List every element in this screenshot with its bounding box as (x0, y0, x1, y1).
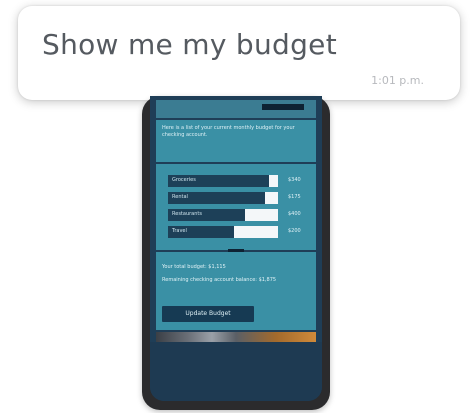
screen-bottom (150, 342, 322, 401)
chat-message: Show me my budget (42, 28, 337, 61)
budget-row-label: Travel (172, 228, 187, 234)
phone-screen: Here is a list of your current monthly b… (150, 96, 322, 401)
budget-row-amount: $200 (288, 228, 301, 234)
budget-row-rental: Rental $175 (162, 189, 310, 204)
budget-row-amount: $400 (288, 211, 301, 217)
budget-row-travel: Travel $200 (162, 223, 310, 238)
photo-strip-image (156, 332, 316, 342)
budget-panel: Groceries $340 Rental $175 Restaurants $… (156, 164, 316, 250)
status-strip (156, 100, 316, 118)
total-budget-text: Your total budget: $1,115 (162, 264, 226, 270)
phone-notch (262, 104, 304, 110)
budget-row-label: Rental (172, 194, 188, 200)
budget-row-label: Groceries (172, 177, 196, 183)
budget-intro-text: Here is a list of your current monthly b… (156, 120, 316, 162)
chat-bubble: Show me my budget 1:01 p.m. (18, 6, 460, 100)
budget-row-amount: $340 (288, 177, 301, 183)
budget-summary: Your total budget: $1,115 Remaining chec… (156, 252, 316, 330)
budget-row-groceries: Groceries $340 (162, 172, 310, 187)
update-budget-button[interactable]: Update Budget (162, 306, 254, 322)
chat-timestamp: 1:01 p.m. (371, 74, 424, 87)
remaining-balance-text: Remaining checking account balance: $1,8… (162, 277, 277, 283)
budget-row-amount: $175 (288, 194, 301, 200)
budget-row-restaurants: Restaurants $400 (162, 206, 310, 221)
phone-device: Here is a list of your current monthly b… (142, 96, 330, 410)
budget-row-label: Restaurants (172, 211, 202, 217)
